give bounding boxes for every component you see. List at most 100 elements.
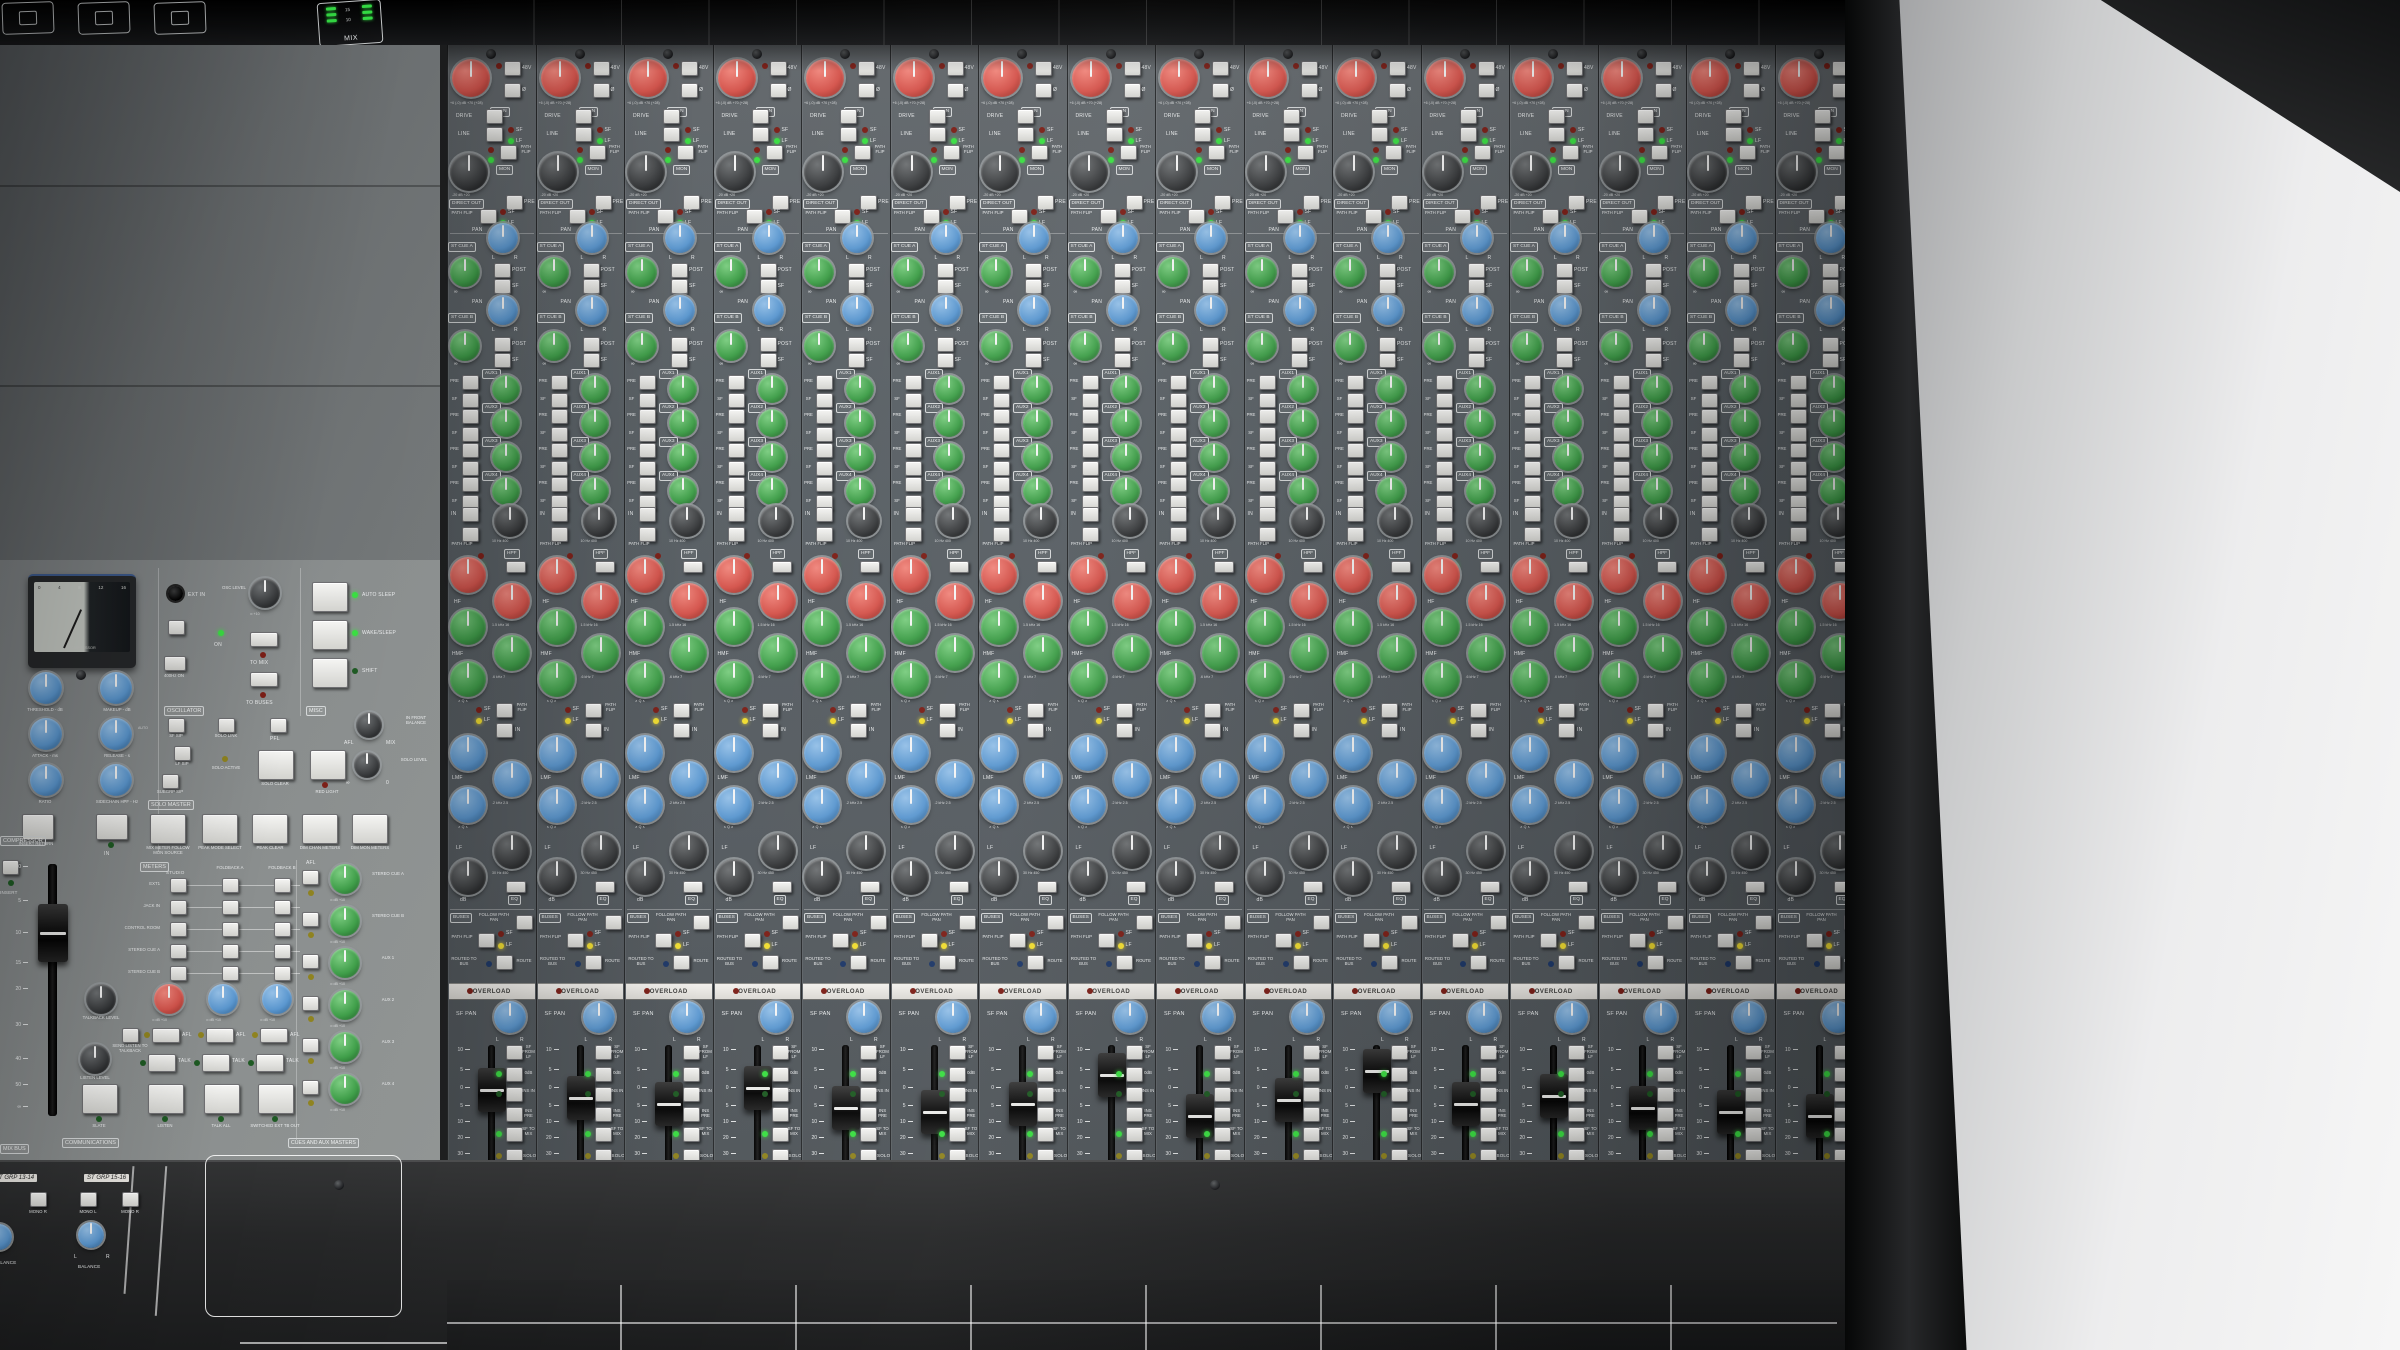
drive-button[interactable] xyxy=(929,109,946,124)
aux2-pre-button[interactable] xyxy=(1170,409,1187,424)
phase-button[interactable] xyxy=(1478,83,1495,98)
trim-knob[interactable] xyxy=(1601,153,1639,191)
ext-in-jack[interactable] xyxy=(168,586,183,601)
route-button[interactable] xyxy=(1824,955,1841,970)
sf-to-mix-button[interactable] xyxy=(1745,1127,1762,1142)
aux2-sf-button[interactable] xyxy=(1170,427,1187,442)
aux4-pre-button[interactable] xyxy=(728,477,745,492)
hf-gain-knob[interactable] xyxy=(450,557,486,593)
aux4-knob[interactable] xyxy=(846,477,874,505)
lmf-gain-knob[interactable] xyxy=(450,735,486,771)
follow-path-pan-button[interactable] xyxy=(1401,915,1418,930)
trim-knob[interactable] xyxy=(1424,153,1462,191)
hf-gain-knob[interactable] xyxy=(804,557,840,593)
sf-from-lf-button[interactable] xyxy=(1657,1045,1674,1060)
line-button[interactable] xyxy=(1283,127,1300,142)
aux3-sf-button[interactable] xyxy=(1524,461,1541,476)
hmf-q-knob[interactable] xyxy=(1689,661,1725,697)
aux2-sf-button[interactable] xyxy=(1259,427,1276,442)
aux3-sf-button[interactable] xyxy=(1347,461,1364,476)
cue-a-level-knob[interactable] xyxy=(539,257,569,287)
hf-gain-knob[interactable] xyxy=(539,557,575,593)
aux4-knob[interactable] xyxy=(492,477,520,505)
lmf-q-knob[interactable] xyxy=(981,787,1017,823)
path-flip-button[interactable] xyxy=(762,703,779,718)
lmf-q-knob[interactable] xyxy=(1689,787,1725,823)
aux3-sf-button[interactable] xyxy=(1701,461,1718,476)
channel-fader-cap[interactable] xyxy=(1009,1082,1037,1126)
route-button[interactable] xyxy=(496,955,513,970)
gain-knob[interactable] xyxy=(1426,59,1464,97)
matrix-button[interactable] xyxy=(274,922,291,937)
lf-gain-knob[interactable] xyxy=(1424,859,1460,895)
eq-in-button[interactable] xyxy=(1470,723,1487,738)
phantom-button[interactable] xyxy=(504,61,521,76)
hmf-gain-knob[interactable] xyxy=(1158,609,1194,645)
path-flip-button[interactable] xyxy=(1824,703,1841,718)
aux4-knob[interactable] xyxy=(1466,477,1494,505)
path-flip-button[interactable] xyxy=(943,145,960,160)
aux3-pre-button[interactable] xyxy=(816,443,833,458)
hmf-gain-knob[interactable] xyxy=(804,609,840,645)
hmf-gain-knob[interactable] xyxy=(1689,609,1725,645)
aux3-pre-button[interactable] xyxy=(462,443,479,458)
aux4-knob[interactable] xyxy=(1200,477,1228,505)
hpf-in-button[interactable] xyxy=(1613,507,1630,522)
aux3-pre-button[interactable] xyxy=(1790,443,1807,458)
lf-gain-knob[interactable] xyxy=(893,859,929,895)
path-flip-button[interactable] xyxy=(832,933,849,948)
sf-button[interactable] xyxy=(1556,353,1573,368)
aux4-knob[interactable] xyxy=(581,477,609,505)
ins-pre-button[interactable] xyxy=(860,1107,877,1122)
hf-gain-knob[interactable] xyxy=(627,557,663,593)
hf-gain-knob[interactable] xyxy=(1070,557,1106,593)
post-button[interactable] xyxy=(937,263,954,278)
ins-in-button[interactable] xyxy=(860,1087,877,1102)
cue-afl-button[interactable] xyxy=(302,870,319,885)
follow-path-pan-button[interactable] xyxy=(1490,915,1507,930)
sf-pan-knob[interactable] xyxy=(760,1001,792,1033)
ins-in-button[interactable] xyxy=(1303,1087,1320,1102)
gain-knob[interactable] xyxy=(1249,59,1287,97)
lmf-freq-knob[interactable] xyxy=(1645,761,1681,797)
hmf-q-knob[interactable] xyxy=(1778,661,1814,697)
trim-knob[interactable] xyxy=(1335,153,1373,191)
cue-a-pan-knob[interactable] xyxy=(1727,223,1757,253)
sf-from-lf-button[interactable] xyxy=(1568,1045,1585,1060)
hpf-knob[interactable] xyxy=(494,505,526,537)
aux3-pre-button[interactable] xyxy=(1082,443,1099,458)
mono-l-button[interactable] xyxy=(80,1192,97,1207)
sf-pan-knob[interactable] xyxy=(937,1001,969,1033)
path-flip-button[interactable] xyxy=(1631,209,1648,224)
hmf-gain-knob[interactable] xyxy=(1247,609,1283,645)
aux3-pre-button[interactable] xyxy=(1259,443,1276,458)
balance-knob[interactable] xyxy=(0,1224,12,1250)
matrix-button[interactable] xyxy=(222,966,239,981)
aux3-pre-button[interactable] xyxy=(639,443,656,458)
trim-knob[interactable] xyxy=(539,153,577,191)
lmf-gain-knob[interactable] xyxy=(804,735,840,771)
aux2-pre-button[interactable] xyxy=(1701,409,1718,424)
ins-in-button[interactable] xyxy=(1126,1087,1143,1102)
gain-knob[interactable] xyxy=(629,59,667,97)
bell-button[interactable] xyxy=(1657,881,1677,893)
aux1-sf-button[interactable] xyxy=(728,393,745,408)
hmf-freq-knob[interactable] xyxy=(1468,635,1504,671)
sf-button[interactable] xyxy=(494,353,511,368)
post-button[interactable] xyxy=(671,337,688,352)
aux4-pre-button[interactable] xyxy=(639,477,656,492)
path-flip-button[interactable] xyxy=(1363,933,1380,948)
hf-gain-knob[interactable] xyxy=(981,557,1017,593)
auto-sleep-button[interactable] xyxy=(312,582,348,612)
pre-button[interactable] xyxy=(1568,195,1585,210)
aux3-sf-button[interactable] xyxy=(551,461,568,476)
route-button[interactable] xyxy=(939,955,956,970)
hf-freq-knob[interactable] xyxy=(1379,583,1415,619)
lf-gain-knob[interactable] xyxy=(539,859,575,895)
solo-level-knob[interactable] xyxy=(354,752,380,778)
post-button[interactable] xyxy=(1468,337,1485,352)
aux2-knob[interactable] xyxy=(1731,409,1759,437)
follow-path-pan-button[interactable] xyxy=(1578,915,1595,930)
cue-a-pan-knob[interactable] xyxy=(1196,223,1226,253)
bell-button[interactable] xyxy=(1037,561,1057,573)
